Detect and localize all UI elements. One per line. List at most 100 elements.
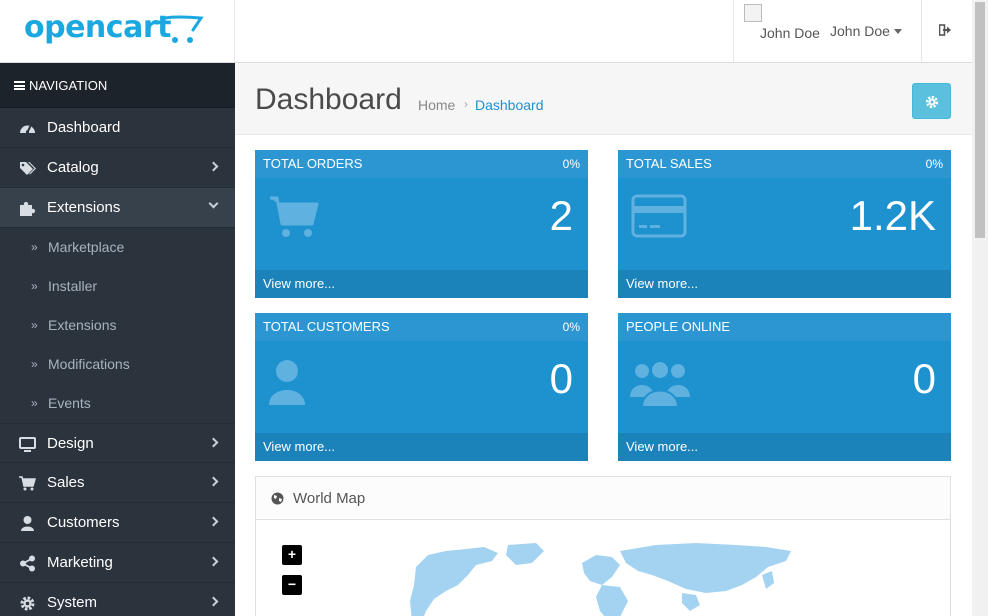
tile-people-online: PEOPLE ONLINE 0 View more...: [618, 313, 951, 461]
logout-button[interactable]: [921, 0, 972, 62]
globe-icon: [271, 492, 284, 505]
sidebar-item-label: System: [47, 594, 98, 611]
tile-view-more-link[interactable]: View more...: [255, 270, 588, 298]
tile-total-customers: TOTAL CUSTOMERS 0% 0 View more...: [255, 313, 588, 461]
sidebar-subitem-events[interactable]: » Events: [0, 384, 235, 423]
tile-header: TOTAL CUSTOMERS 0%: [255, 313, 588, 341]
map-title: World Map: [293, 490, 366, 507]
sidebar-item-design[interactable]: Design: [0, 423, 235, 463]
sidebar-subitem-label: Extensions: [48, 317, 117, 333]
cog-icon: [925, 95, 939, 109]
double-chevron-icon: »: [31, 240, 38, 254]
sidebar-item-sales[interactable]: Sales: [0, 463, 235, 503]
breadcrumb-home[interactable]: Home: [418, 97, 455, 113]
tile-value: 2: [549, 192, 573, 239]
sidebar-item-label: Extensions: [47, 199, 121, 216]
tile-percent: 0%: [562, 157, 580, 171]
page-title: Dashboard: [255, 83, 402, 116]
sidebar-item-catalog[interactable]: Catalog: [0, 148, 235, 188]
tile-value: 1.2K: [849, 192, 936, 239]
nav-header: NAVIGATION: [0, 63, 235, 108]
caret-down-icon: [894, 29, 902, 34]
credit-card-icon: [631, 194, 687, 238]
world-map[interactable]: [406, 541, 796, 616]
sidebar-subitem-extensions[interactable]: » Extensions: [0, 306, 235, 345]
logo-cart-icon: [163, 15, 204, 43]
sidebar-item-marketing[interactable]: Marketing: [0, 543, 235, 583]
page-header: Dashboard Home › Dashboard: [235, 63, 972, 135]
chevron-down-icon: [208, 198, 219, 209]
user-dropdown-label[interactable]: John Doe: [830, 23, 890, 39]
tile-value: 0: [549, 355, 573, 402]
sidebar-item-label: Catalog: [47, 159, 99, 176]
sidebar-subitem-label: Marketplace: [48, 239, 125, 255]
sidebar-item-label: Customers: [47, 514, 120, 531]
double-chevron-icon: »: [31, 357, 38, 371]
chevron-right-icon: [208, 516, 219, 527]
menu-bars-icon: [14, 81, 25, 90]
logo[interactable]: opencart: [0, 0, 235, 62]
sidebar-subitem-marketplace[interactable]: » Marketplace: [0, 228, 235, 267]
sidebar-item-label: Sales: [47, 474, 85, 491]
tags-icon: [20, 162, 36, 175]
share-icon: [20, 555, 35, 572]
tile-title: TOTAL ORDERS: [263, 156, 363, 171]
avatar: [744, 4, 762, 22]
tile-percent: 0%: [925, 157, 943, 171]
tile-header: TOTAL SALES 0%: [618, 150, 951, 178]
tile-view-more-link[interactable]: View more...: [618, 433, 951, 461]
dashboard-settings-button[interactable]: [912, 83, 951, 119]
tile-total-sales: TOTAL SALES 0% 1.2K View more...: [618, 150, 951, 298]
sidebar-subitem-label: Installer: [48, 278, 98, 294]
tile-header: TOTAL ORDERS 0%: [255, 150, 588, 178]
breadcrumb-separator: ›: [464, 97, 468, 111]
tile-view-more-link[interactable]: View more...: [618, 270, 951, 298]
monitor-icon: [19, 437, 36, 452]
chevron-right-icon: [208, 161, 219, 172]
sidebar-item-extensions[interactable]: Extensions: [0, 188, 235, 228]
sidebar-item-customers[interactable]: Customers: [0, 503, 235, 543]
sidebar-item-system[interactable]: System: [0, 583, 235, 616]
sidebar-subitem-label: Modifications: [48, 356, 130, 372]
scrollbar-thumb[interactable]: [975, 2, 985, 238]
user-menu[interactable]: John Doe John Doe: [733, 0, 921, 62]
cart-icon: [270, 196, 319, 237]
user-icon: [21, 516, 34, 531]
double-chevron-icon: »: [31, 318, 38, 332]
tile-title: TOTAL CUSTOMERS: [263, 319, 390, 334]
tile-value: 0: [912, 355, 936, 402]
breadcrumb-dashboard[interactable]: Dashboard: [475, 97, 544, 113]
top-header: opencart John Doe John Doe: [0, 0, 972, 63]
chevron-right-icon: [208, 556, 219, 567]
sidebar-item-label: Dashboard: [47, 119, 121, 136]
chevron-right-icon: [208, 596, 219, 607]
user-avatar-alt: John Doe: [760, 25, 820, 41]
sign-out-icon: [939, 24, 951, 36]
world-map-panel: World Map + −: [255, 476, 951, 616]
cart-icon: [19, 476, 36, 491]
sidebar-subitem-modifications[interactable]: » Modifications: [0, 345, 235, 384]
puzzle-icon: [20, 201, 36, 216]
nav-title: NAVIGATION: [29, 78, 108, 93]
users-icon: [630, 360, 690, 408]
map-zoom-out-button[interactable]: −: [282, 575, 302, 595]
tile-header: PEOPLE ONLINE: [618, 313, 951, 341]
tile-percent: 0%: [562, 320, 580, 334]
gear-icon: [20, 596, 35, 611]
chevron-right-icon: [208, 476, 219, 487]
double-chevron-icon: »: [31, 279, 38, 293]
sidebar-item-dashboard[interactable]: Dashboard: [0, 108, 235, 148]
sidebar-subitem-installer[interactable]: » Installer: [0, 267, 235, 306]
tile-total-orders: TOTAL ORDERS 0% 2 View more...: [255, 150, 588, 298]
tile-title: TOTAL SALES: [626, 156, 712, 171]
double-chevron-icon: »: [31, 396, 38, 410]
user-icon: [269, 360, 305, 405]
map-zoom-in-button[interactable]: +: [282, 545, 302, 565]
dashboard-icon: [20, 125, 35, 134]
tile-view-more-link[interactable]: View more...: [255, 433, 588, 461]
sidebar-item-label: Marketing: [47, 554, 113, 571]
page-scrollbar[interactable]: [972, 0, 988, 616]
sidebar: NAVIGATION Dashboard Catalog Extensions …: [0, 63, 235, 616]
map-panel-header: World Map: [256, 477, 950, 520]
chevron-right-icon: [208, 437, 219, 448]
